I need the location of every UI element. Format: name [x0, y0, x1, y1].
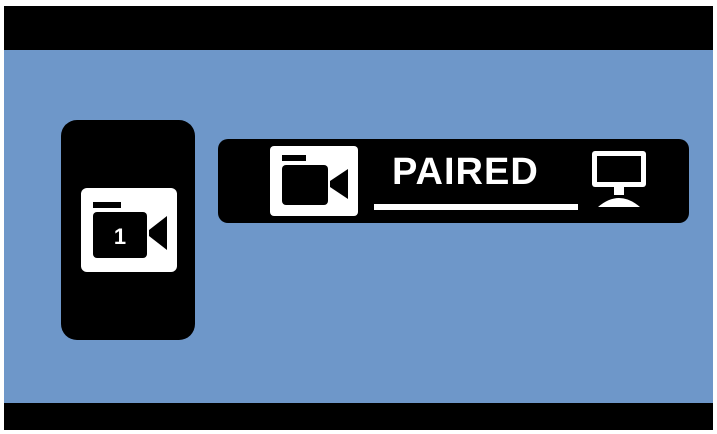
paired-status-label: PAIRED — [392, 151, 539, 193]
top-letterbox-bar — [4, 6, 713, 50]
camera-number: 1 — [113, 224, 127, 249]
monitor-icon — [592, 151, 646, 207]
camera-tile[interactable]: 1 — [81, 188, 177, 272]
pairing-screen: 1 PAIRED — [4, 6, 713, 430]
paired-camera-tile — [270, 146, 358, 216]
video-camera-icon — [282, 155, 348, 205]
pairing-status-bar: PAIRED — [218, 139, 689, 223]
camera-card[interactable]: 1 — [61, 120, 195, 340]
bottom-letterbox-bar — [4, 403, 713, 430]
paired-underline — [374, 204, 578, 210]
